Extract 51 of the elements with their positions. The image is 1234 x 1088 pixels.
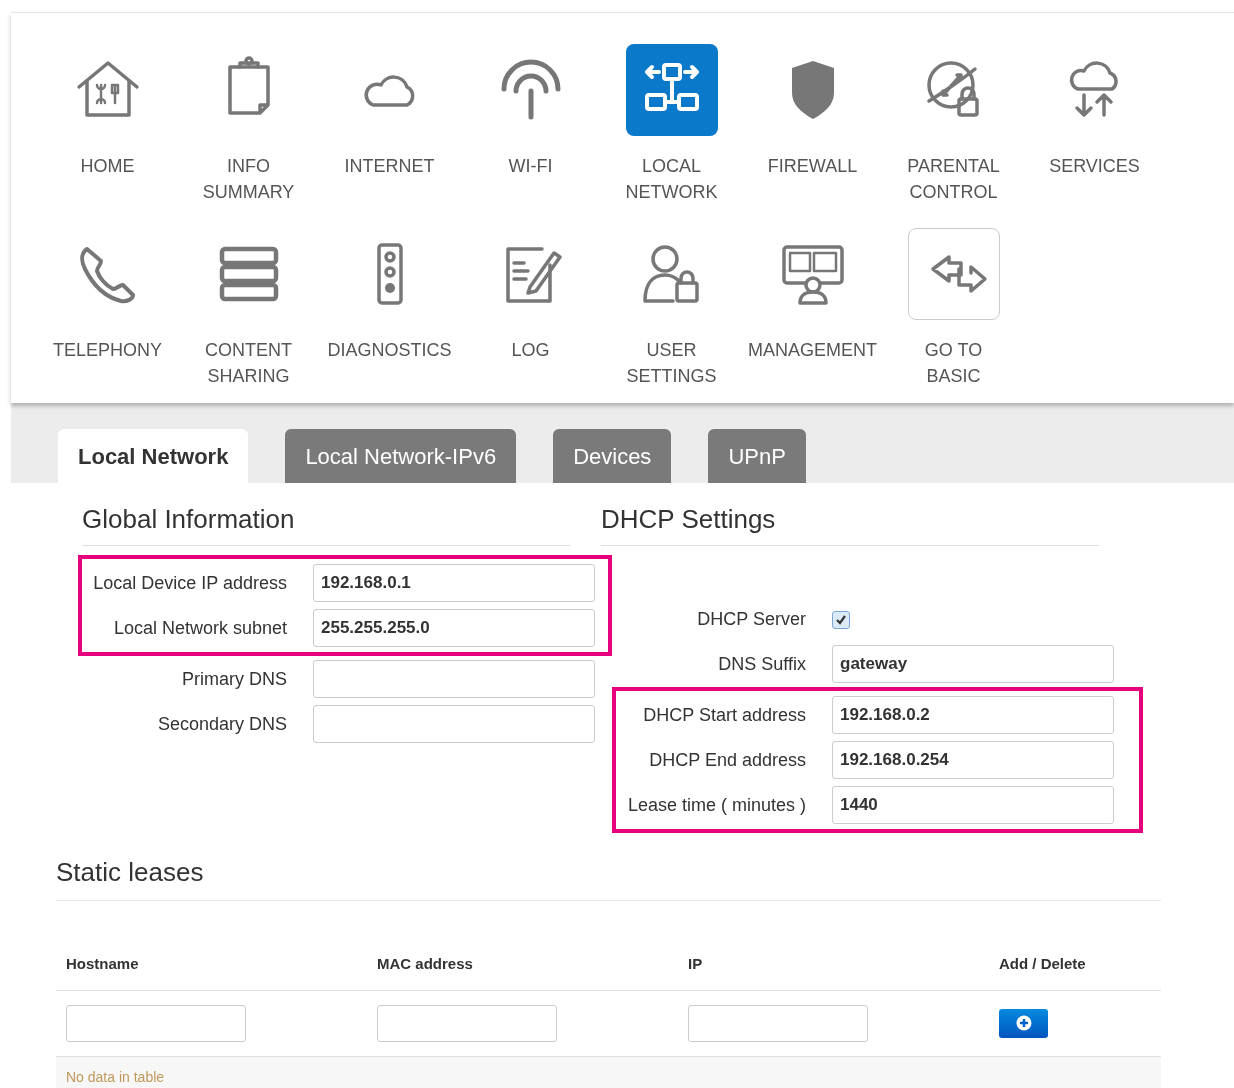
field-label: Local Network subnet [112,616,287,640]
input-field[interactable] [313,660,595,698]
section-heading: Static leases [56,857,204,887]
tab[interactable]: Local Network-IPv6 [285,429,517,483]
nav-menu-item[interactable]: CONTENT SHARING [178,228,319,389]
field-label: Primary DNS [181,667,287,691]
checkbox[interactable] [832,610,850,629]
nav-menu-item[interactable]: PARENTAL CONTROL [883,44,1024,205]
column-header: Hostname [65,954,140,974]
field-label: Secondary DNS [156,712,287,736]
section-heading: DHCP Settings [601,504,776,534]
nav-menu-item[interactable]: TELEPHONY [37,228,178,389]
input-field[interactable]: 192.168.0.1 [313,564,595,602]
nav-menu-item[interactable]: WI-FI [460,44,601,205]
column-header: IP [687,954,704,974]
nav-menu-item[interactable]: SERVICES [1024,44,1165,205]
nav-menu-item[interactable]: INFO SUMMARY [178,44,319,205]
field-label: DHCP Start address [642,703,806,727]
nav-menu-item[interactable]: HOME [37,44,178,205]
nav-menu-item[interactable]: FIREWALL [742,44,883,205]
input-field[interactable]: 192.168.0.254 [832,741,1114,779]
field-label: Local Device IP address [92,571,287,595]
empty-table-message: No data in table [66,1068,165,1085]
input-field[interactable]: gateway [832,645,1114,683]
plus-icon [1015,1015,1032,1031]
nav-menu-item[interactable]: INTERNET [319,44,460,205]
field-label: DNS Suffix [717,652,806,676]
input-field[interactable] [377,1004,557,1042]
nav-menu-item[interactable]: MANAGEMENT [742,228,883,389]
column-header: Add / Delete [998,954,1087,974]
nav-menu-item[interactable]: USER SETTINGS [601,228,742,389]
field-label: DHCP Server [696,608,806,631]
tab[interactable]: Devices [553,429,672,483]
nav-menu-item[interactable]: LOCAL NETWORK [601,44,742,205]
tab[interactable]: UPnP [708,429,806,483]
input-field[interactable]: 192.168.0.2 [832,696,1114,734]
checkmark-icon [835,613,847,626]
tab[interactable]: Local Network [58,429,249,483]
input-field[interactable]: 255.255.255.0 [313,609,595,647]
mode-switch-button[interactable]: GO TO BASIC [883,228,1024,389]
field-label: DHCP End address [648,748,806,772]
nav-menu-item[interactable]: LOG [460,228,601,389]
column-header: MAC address [376,954,474,974]
add-button[interactable] [999,1008,1048,1038]
nav-menu-item[interactable]: DIAGNOSTICS [319,228,460,389]
field-label: Lease time ( minutes ) [626,793,806,817]
input-field[interactable] [688,1004,868,1042]
section-heading: Global Information [82,504,295,534]
input-field[interactable]: 1440 [832,786,1114,824]
input-field[interactable] [66,1004,246,1042]
input-field[interactable] [313,705,595,743]
